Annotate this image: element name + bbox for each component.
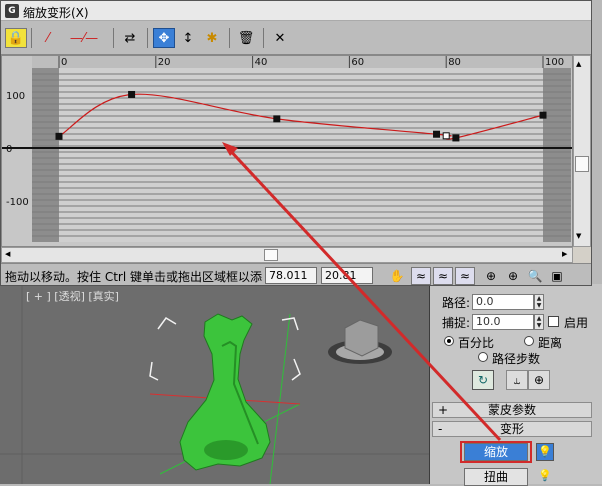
vertical-scrollbar[interactable]: ▲ ▼ [573,55,591,247]
enable-checkbox[interactable] [548,316,559,327]
scroll-right-icon[interactable]: ▶ [562,250,567,258]
y-tick-label: 0 [6,144,12,155]
scroll-down-icon[interactable]: ▼ [576,232,581,240]
x-tick-label: 100 [545,57,564,68]
enable-label: 启用 [564,316,589,330]
control-point [128,90,136,98]
distance-label: 距离 [538,336,563,350]
command-panel: 路径: 0.0 ▲ ▼ 捕捉: 10.0 ▲ ▼ 启用 百分比 距离 路径步数 ↻ … [430,284,602,486]
twist-button[interactable]: 扭曲 [464,468,528,486]
status-message: 拖动以移动。按住 Ctrl 键单击或拖出区域框以添 [5,270,262,284]
curve-symmetric-icon[interactable]: —⁄— [61,28,107,48]
vase-object [179,313,271,471]
delete-point-icon[interactable]: 🗑 [235,28,257,48]
control-point [442,132,450,140]
move-icon[interactable]: ⊕ [528,370,550,390]
reset-curve-icon[interactable]: ✕ [269,28,291,48]
skin-params-label: 蒙皮参数 [487,403,536,417]
path-steps-radio[interactable] [478,352,488,362]
x-tick-label: 40 [255,57,268,68]
curve-graph[interactable]: 0 20 40 60 80 100 100 0 -100 [1,55,573,247]
deform-rollout[interactable]: - 变形 [432,421,592,437]
scale-deformation-window: G 缩放变形(X) 🔒 ⁄ —⁄— ⇄ ✥ ↕ ✱ 🗑 ✕ 0 20 40 60 80 1… [0,0,592,286]
vertical-scroll-thumb[interactable] [575,156,589,172]
deform-label: 变形 [499,422,524,436]
zoom-fit-icon[interactable]: ▣ [547,267,567,285]
minus-icon: - [438,422,443,436]
x-tick-label: 60 [351,57,364,68]
x-tick-label: 80 [448,57,461,68]
y-tick-label: -100 [6,197,29,208]
get-path-icon[interactable]: ↻ [472,370,494,390]
viewcube [328,319,392,364]
zoom-in-icon[interactable]: 🔍 [525,267,545,285]
y-value-field[interactable]: 20.81 [321,267,373,284]
scroll-up-icon[interactable]: ▲ [576,60,581,68]
zoom-horizontal-icon[interactable]: ≈ [433,267,453,285]
bulb-icon[interactable]: 💡 [536,443,554,461]
percent-radio[interactable] [444,336,454,346]
zoom-region-icon[interactable]: ⊕ [503,267,523,285]
control-point [273,115,281,123]
plus-icon: + [438,403,449,417]
control-point [452,134,460,142]
horizontal-scroll-thumb[interactable] [264,249,278,261]
viewport-label[interactable]: [ + ] [透视] [真实] [26,288,119,304]
skin-params-rollout[interactable]: + 蒙皮参数 [432,402,592,418]
distance-radio[interactable] [524,336,534,346]
horizontal-scrollbar[interactable]: ◀ ▶ [1,247,573,263]
twist-bulb-icon[interactable]: 💡 [536,468,554,484]
move-control-point-icon[interactable]: ✥ [153,28,175,48]
x-ruler [32,56,572,68]
viewport-scene [0,284,429,484]
x-tick-label: 20 [158,57,171,68]
path-spinner[interactable]: ▲ ▼ [534,294,544,310]
zoom-vertical-icon[interactable]: ≈ [455,267,475,285]
window-title: 缩放变形(X) [23,6,89,20]
scale-control-point-icon[interactable]: ↕ [177,28,199,48]
title-bar[interactable]: G 缩放变形(X) [1,1,591,21]
curve-swap-icon[interactable]: ⇄ [119,28,141,48]
x-value-field[interactable]: 78.011 [265,267,317,284]
perspective-viewport[interactable]: [ + ] [透视] [真实] [0,284,430,484]
path-field[interactable]: 0.0 [472,294,534,310]
insert-point-icon[interactable]: ✱ [201,28,223,48]
out-of-range-right [543,68,571,242]
toolbar: 🔒 ⁄ —⁄— ⇄ ✥ ↕ ✱ 🗑 ✕ [1,21,591,55]
control-point [55,132,63,140]
zoom-extents-icon[interactable]: ≈ [411,267,431,285]
percent-label: 百分比 [458,336,495,350]
lock-icon[interactable]: 🔒 [5,28,27,48]
snap-field[interactable]: 10.0 [472,314,534,330]
y-tick-label: 100 [6,91,25,102]
out-of-range-left [32,68,59,242]
path-steps-label: 路径步数 [492,352,541,366]
status-bar: 拖动以移动。按住 Ctrl 键单击或拖出区域框以添 78.011 20.81 ✋… [1,263,591,285]
pan-icon[interactable]: ✋ [387,267,407,285]
x-tick-label: 0 [61,57,67,68]
curve-linear-icon[interactable]: ⁄ [37,28,59,48]
scroll-left-icon[interactable]: ◀ [5,250,10,258]
control-point [433,130,441,138]
scale-button[interactable]: 缩放 [464,443,528,461]
snap-label: 捕捉: [442,316,471,330]
get-shape-icon[interactable]: ⥿ [506,370,528,390]
path-label: 路径: [442,296,471,310]
snap-spinner[interactable]: ▲ ▼ [534,314,544,330]
control-point [539,111,547,119]
zoom-icon[interactable]: ⊕ [481,267,501,285]
curve-graph-canvas[interactable]: 0 20 40 60 80 100 100 0 -100 [2,56,572,246]
app-icon: G [5,4,19,18]
